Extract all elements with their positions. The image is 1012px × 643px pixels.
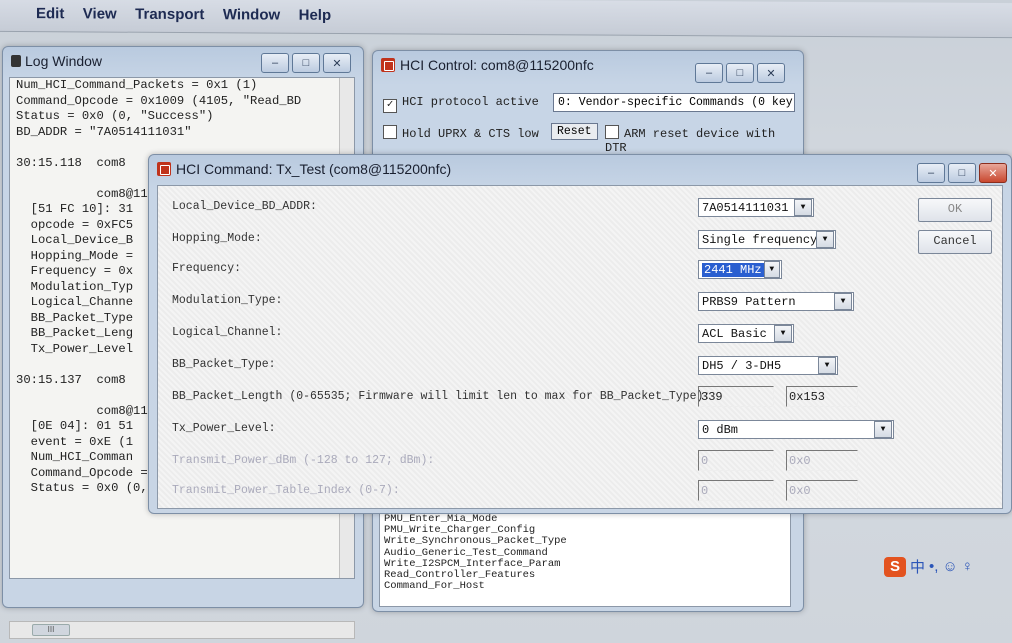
frequency-select[interactable]: 2441 MHz ▼ (698, 260, 782, 279)
hci-protocol-active-checkbox[interactable]: ✓ HCI protocol active (383, 95, 539, 113)
packet-length-hex-input[interactable]: 0x153 (786, 386, 858, 407)
tx-power-dbm-label: Transmit_Power_dBm (-128 to 127; dBm): (172, 454, 435, 467)
app-icon (157, 162, 171, 176)
menu-window[interactable]: Window (223, 6, 280, 23)
hold-uprx-checkbox[interactable]: Hold UPRX & CTS low (383, 125, 539, 141)
close-icon[interactable]: ✕ (979, 163, 1007, 183)
tx-power-level-label: Tx_Power_Level: (172, 422, 276, 435)
chevron-down-icon[interactable]: ▼ (794, 199, 812, 216)
tx-power-index-hex-input[interactable]: 0x0 (786, 480, 858, 501)
logical-channel-select[interactable]: ACL Basic ▼ (698, 324, 794, 343)
bd-addr-value: 7A0514111031 (702, 200, 789, 215)
hci-protocol-active-label: HCI protocol active (402, 95, 539, 109)
arm-reset-checkbox[interactable]: ARM reset device with DTR (605, 125, 803, 155)
tx-power-dbm-input[interactable]: 0 (698, 450, 774, 471)
frequency-label: Frequency: (172, 262, 242, 275)
checkbox-unchecked-icon[interactable] (605, 125, 619, 139)
log-horizontal-scrollbar[interactable]: III (9, 621, 355, 639)
punctuation-icon[interactable]: •, (929, 558, 938, 575)
reset-button[interactable]: Reset (551, 123, 598, 140)
menu-edit[interactable]: Edit (36, 5, 64, 22)
app-icon (381, 58, 395, 72)
packet-type-value: DH5 / 3-DH5 (702, 358, 782, 373)
tx-power-dbm-hex-input[interactable]: 0x0 (786, 450, 858, 471)
tx-power-index-input[interactable]: 0 (698, 480, 774, 501)
maximize-icon[interactable]: □ (292, 53, 320, 73)
ime-toolbar: S 中 •, ☺ ♀ (884, 556, 973, 577)
chevron-down-icon[interactable]: ▼ (763, 261, 780, 278)
chevron-down-icon[interactable]: ▼ (834, 293, 852, 310)
minimize-icon[interactable]: – (261, 53, 289, 73)
hold-uprx-label: Hold UPRX & CTS low (402, 127, 539, 141)
menu-transport[interactable]: Transport (135, 6, 204, 23)
hopping-mode-label: Hopping_Mode: (172, 232, 262, 245)
frequency-value: 2441 MHz (702, 262, 764, 277)
modulation-type-value: PRBS9 Pattern (702, 294, 796, 309)
tx-power-level-value: 0 dBm (702, 422, 739, 437)
log-window-title-text: Log Window (25, 53, 103, 69)
log-line: BD_ADDR = "7A0514111031" (16, 124, 192, 139)
log-line: Num_HCI_Command_Packets = 0x1 (1) (16, 78, 258, 92)
log-line: Status = 0x0 (0, "Success") (16, 109, 214, 123)
hci-control-title: HCI Control: com8@115200nfc (381, 57, 594, 73)
list-item[interactable]: Write_Synchronous_Packet_Type (380, 536, 790, 547)
checkbox-checked-icon[interactable]: ✓ (383, 99, 397, 113)
hci-command-dialog: HCI Command: Tx_Test (com8@115200nfc) – … (148, 154, 1012, 514)
sogou-logo-icon[interactable]: S (884, 556, 906, 577)
command-parameters-panel: Local_Device_BD_ADDR: 7A0514111031 ▼ Hopp… (157, 185, 1003, 509)
menu-bar: Edit View Transport Window Help (0, 0, 1012, 39)
close-icon[interactable]: ✕ (323, 53, 351, 73)
log-window-icon (11, 55, 21, 67)
command-list[interactable]: PMU_Enter_Mia_Mode PMU_Write_Charger_Con… (379, 513, 791, 607)
packet-type-label: BB_Packet_Type: (172, 358, 276, 371)
arm-reset-label: ARM reset device with DTR (605, 127, 776, 155)
log-line: Command_Opcode = 0x1009 (4105, "Read_BD (16, 93, 302, 108)
chevron-down-icon[interactable]: ▼ (816, 231, 834, 248)
bd-addr-label: Local_Device_BD_ADDR: (172, 200, 317, 213)
packet-length-input[interactable]: 339 (698, 386, 774, 407)
cancel-button[interactable]: Cancel (918, 230, 992, 254)
packet-length-label: BB_Packet_Length (0-65535; Firmware will… (172, 390, 711, 403)
bd-addr-select[interactable]: 7A0514111031 ▼ (698, 198, 814, 217)
hopping-mode-select[interactable]: Single frequency ▼ (698, 230, 836, 249)
chevron-down-icon[interactable]: ▼ (818, 357, 836, 374)
list-item[interactable]: Command_For_Host (380, 581, 790, 592)
minimize-icon[interactable]: – (695, 63, 723, 83)
maximize-icon[interactable]: □ (948, 163, 976, 183)
chevron-down-icon[interactable]: ▼ (874, 421, 892, 438)
emoji-icon[interactable]: ☺ (942, 558, 957, 575)
hopping-mode-value: Single frequency (702, 232, 816, 247)
modulation-type-select[interactable]: PRBS9 Pattern ▼ (698, 292, 854, 311)
modulation-type-label: Modulation_Type: (172, 294, 283, 307)
maximize-icon[interactable]: □ (726, 63, 754, 83)
menu-help[interactable]: Help (299, 7, 332, 24)
logical-channel-value: ACL Basic (702, 326, 767, 341)
chinese-mode-icon[interactable]: 中 (910, 556, 925, 577)
minimize-icon[interactable]: – (917, 163, 945, 183)
user-icon[interactable]: ♀ (962, 558, 973, 575)
close-icon[interactable]: ✕ (757, 63, 785, 83)
ok-button[interactable]: OK (918, 198, 992, 222)
chevron-down-icon[interactable]: ▼ (774, 325, 792, 342)
hci-command-title: HCI Command: Tx_Test (com8@115200nfc) (157, 161, 451, 177)
hci-control-title-text: HCI Control: com8@115200nfc (400, 57, 594, 73)
hci-command-title-text: HCI Command: Tx_Test (com8@115200nfc) (176, 161, 452, 177)
tx-power-level-select[interactable]: 0 dBm ▼ (698, 420, 894, 439)
packet-type-select[interactable]: DH5 / 3-DH5 ▼ (698, 356, 838, 375)
scroll-thumb[interactable]: III (32, 624, 70, 636)
logical-channel-label: Logical_Channel: (172, 326, 283, 339)
tx-power-index-label: Transmit_Power_Table_Index (0-7): (172, 484, 400, 497)
menu-view[interactable]: View (83, 5, 117, 22)
checkbox-unchecked-icon[interactable] (383, 125, 397, 139)
log-window-title: Log Window (11, 53, 102, 69)
command-group-select[interactable]: 0: Vendor-specific Commands (0 key) (553, 93, 795, 112)
